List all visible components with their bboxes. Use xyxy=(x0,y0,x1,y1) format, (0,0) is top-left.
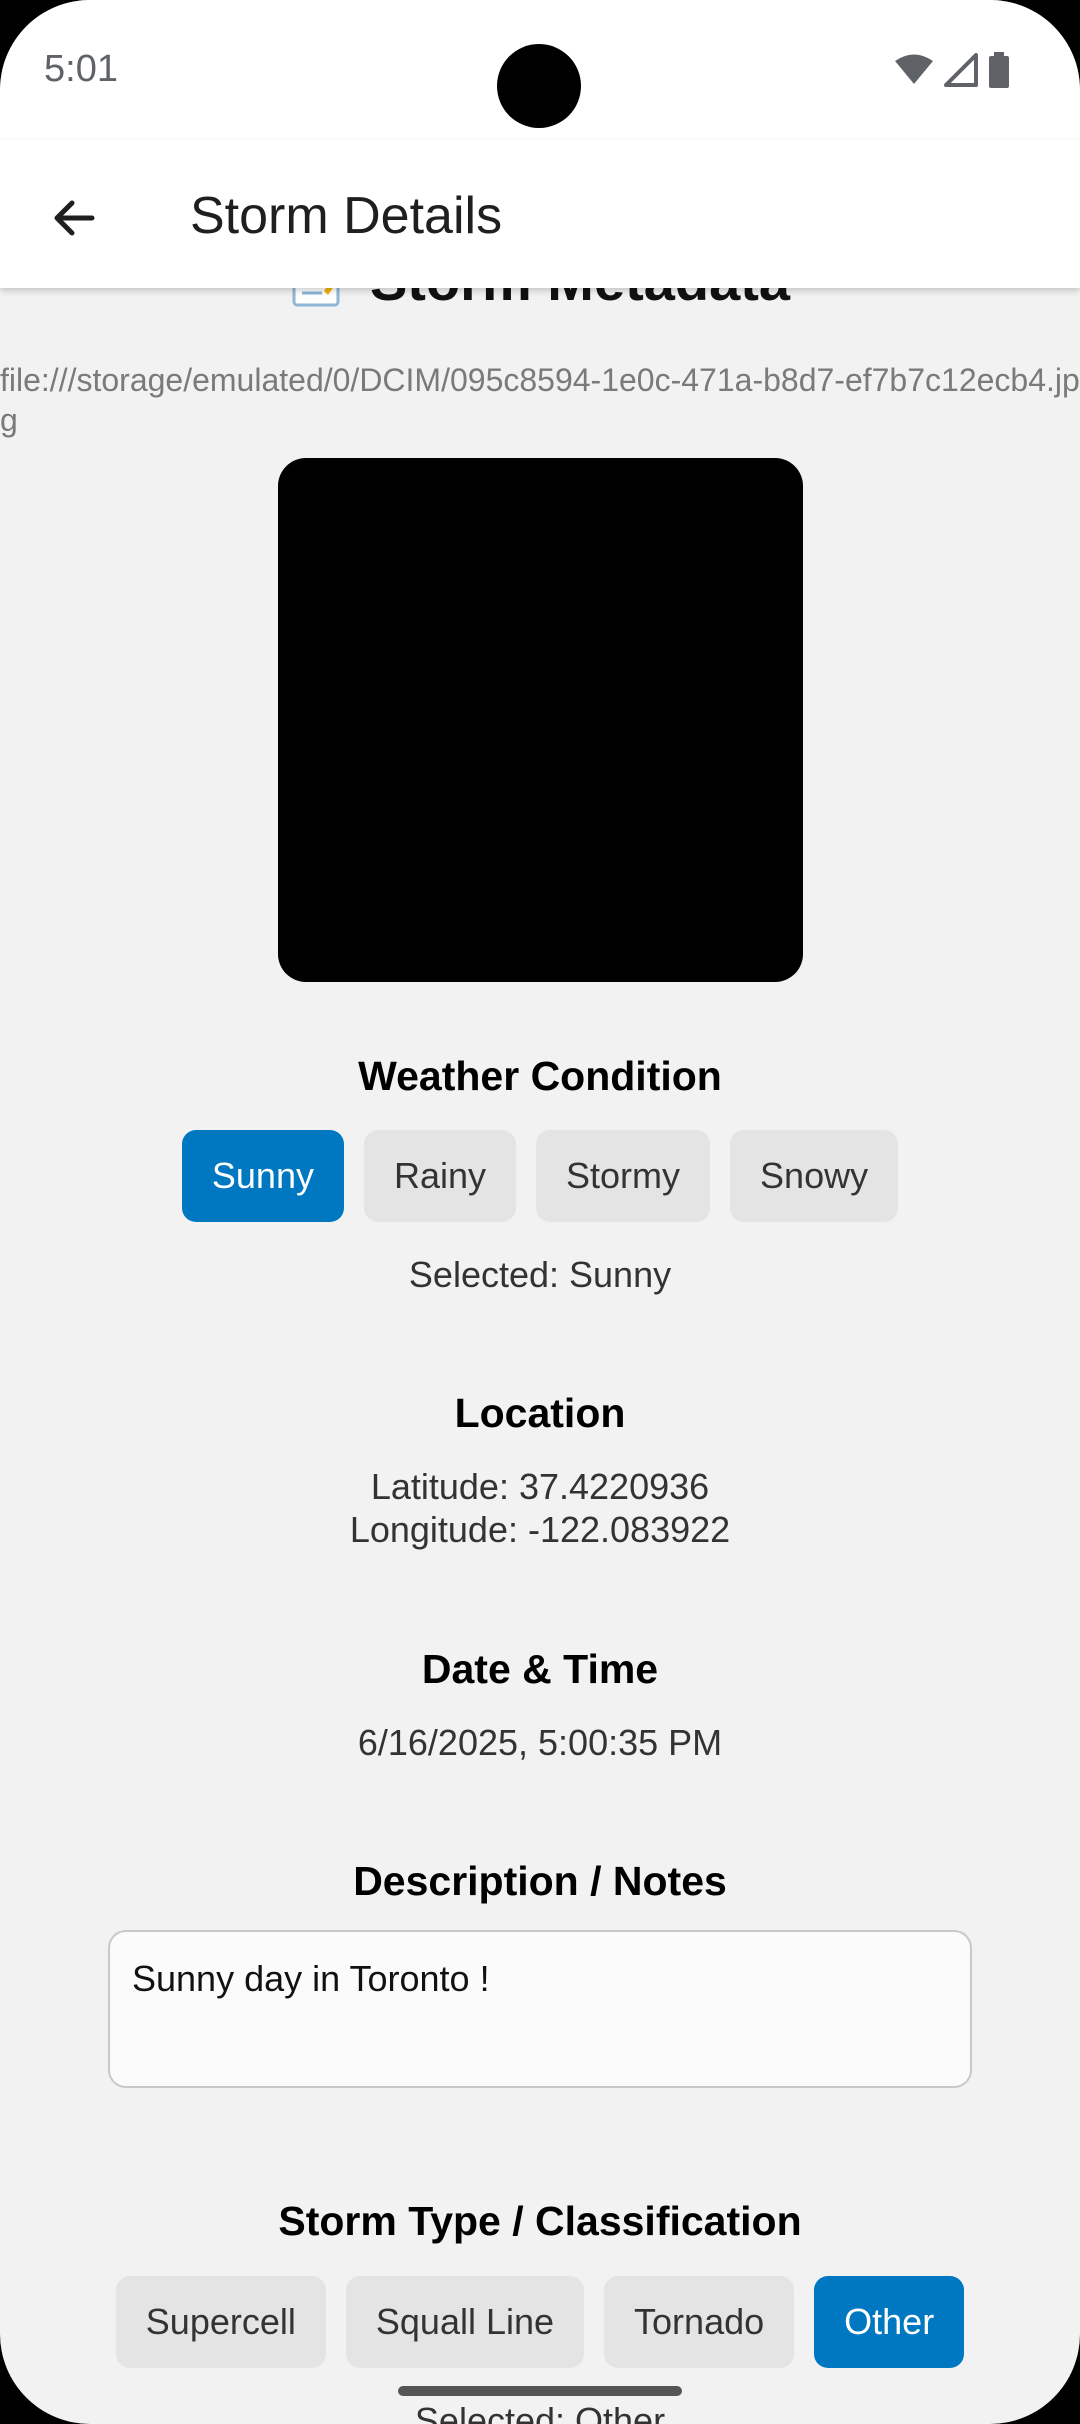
status-time: 5:01 xyxy=(44,48,118,90)
weather-chip-rainy[interactable]: Rainy xyxy=(363,1130,517,1222)
section-header: Storm Metadata xyxy=(0,288,1080,313)
datetime-value: 6/16/2025, 5:00:35 PM xyxy=(357,1722,723,1763)
app-bar: Storm Details xyxy=(0,140,1080,288)
weather-selected-text: Selected: Sunny xyxy=(408,1254,672,1295)
storm-type-chip-supercell[interactable]: Supercell xyxy=(115,2276,326,2368)
notes-heading: Description / Notes xyxy=(353,1858,727,1904)
app-title: Storm Details xyxy=(190,187,503,245)
photo-file-path: file:///storage/emulated/0/DCIM/095c8594… xyxy=(0,362,1080,438)
signal-icon xyxy=(944,53,978,87)
home-indicator xyxy=(398,2386,682,2396)
status-bar: 5:01 xyxy=(0,0,1080,140)
wifi-icon xyxy=(895,54,933,84)
storm-type-selected-text: Selected: Other xyxy=(414,2400,666,2424)
storm-type-chip-tornado[interactable]: Tornado xyxy=(604,2276,795,2368)
latitude-text: Latitude: 37.4220936 xyxy=(370,1466,710,1507)
weather-heading: Weather Condition xyxy=(358,1053,722,1099)
storm-type-chip-other[interactable]: Other xyxy=(814,2276,965,2368)
weather-chip-snowy[interactable]: Snowy xyxy=(730,1130,899,1222)
back-button[interactable] xyxy=(34,178,114,258)
weather-options: Sunny Rainy Stormy Snowy xyxy=(0,1130,1080,1222)
memo-icon xyxy=(292,288,340,306)
datetime-heading: Date & Time xyxy=(421,1646,659,1692)
location-heading: Location xyxy=(454,1390,626,1436)
status-icons xyxy=(894,52,1010,88)
camera-cutout xyxy=(497,44,581,128)
storm-type-options: Supercell Squall Line Tornado Other xyxy=(0,2276,1080,2368)
weather-chip-sunny[interactable]: Sunny xyxy=(181,1130,344,1222)
storm-type-chip-squall-line[interactable]: Squall Line xyxy=(345,2276,585,2368)
weather-chip-stormy[interactable]: Stormy xyxy=(536,1130,711,1222)
section-title: Storm Metadata xyxy=(370,288,790,313)
arrow-back-icon xyxy=(54,200,95,236)
storm-details-content[interactable]: Storm Metadata file:///storage/emulated/… xyxy=(0,288,1080,2424)
longitude-text: Longitude: -122.083922 xyxy=(349,1509,731,1550)
storm-type-heading: Storm Type / Classification xyxy=(278,2198,802,2244)
notes-input[interactable]: Sunny day in Toronto ! xyxy=(108,1930,972,2088)
battery-icon xyxy=(989,52,1009,88)
storm-photo xyxy=(278,458,803,982)
phone-screen: 5:01 Storm Details file:///storage/emula… xyxy=(0,0,1080,2424)
